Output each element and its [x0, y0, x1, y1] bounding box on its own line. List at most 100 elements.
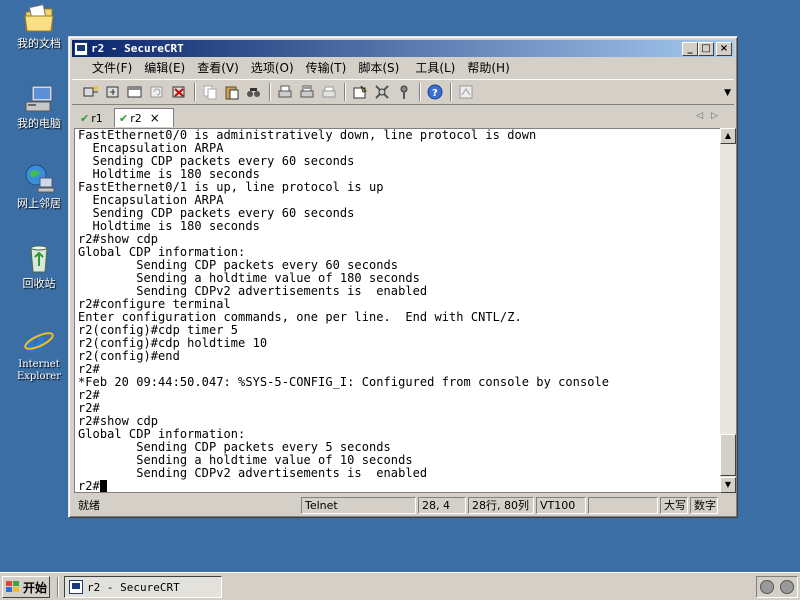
taskbar-separator: [57, 577, 59, 597]
terminal-line: *Feb 20 09:44:50.047: %SYS-5-CONFIG_I: C…: [78, 375, 610, 389]
connect-icon[interactable]: [82, 83, 100, 101]
desktop-icon-recycle-bin[interactable]: 回收站: [6, 242, 72, 291]
desktop-icon-network[interactable]: 网上邻居: [6, 162, 72, 211]
tab-scroll-left-icon[interactable]: ◁: [696, 111, 711, 121]
desktop-icon-label: 我的电脑: [17, 117, 61, 130]
securecrt-window: r2 - SecureCRT _ □ × 文件(F) 编辑(E) 查看(V) 选…: [68, 36, 738, 518]
desktop-icon-label: 回收站: [22, 277, 56, 290]
menu-file[interactable]: 文件(F): [86, 59, 138, 76]
text-cursor: [99, 480, 107, 492]
tab-label: r2: [130, 111, 142, 125]
quick-connect-icon[interactable]: [104, 83, 122, 101]
terminal-line: r2(config)#end: [78, 349, 180, 363]
recycle-bin-icon: [22, 242, 56, 274]
global-options-icon[interactable]: [373, 83, 391, 101]
terminal-line: r2#: [78, 388, 100, 402]
tab-scroll-arrows: ◁▷: [696, 111, 726, 121]
windows-logo-icon: [6, 581, 20, 593]
tray-speaker-icon[interactable]: [760, 580, 774, 594]
menu-help[interactable]: 帮助(H): [461, 59, 515, 76]
maximize-button[interactable]: □: [698, 42, 714, 56]
status-ready: 就绪: [78, 499, 100, 512]
menu-edit[interactable]: 编辑(E): [138, 59, 191, 76]
terminal-prompt: r2#: [78, 479, 100, 493]
toolbar-chevron-icon[interactable]: ▼: [724, 88, 731, 98]
svg-text:?: ?: [432, 88, 438, 99]
status-protocol: Telnet: [301, 497, 416, 514]
disconnect-icon[interactable]: [170, 83, 188, 101]
menu-script[interactable]: 脚本(S): [352, 59, 405, 76]
system-tray: [756, 576, 798, 598]
menu-tools[interactable]: 工具(L): [409, 59, 461, 76]
my-computer-icon: [22, 82, 56, 114]
terminal-screen[interactable]: FastEthernet0/0 is administratively down…: [74, 128, 720, 493]
scroll-down-icon[interactable]: ▼: [720, 477, 736, 493]
status-num-lock: 数字: [690, 497, 718, 514]
session-options-icon[interactable]: [351, 83, 369, 101]
tab-label: r1: [91, 111, 103, 125]
menu-transfer[interactable]: 传输(T): [300, 59, 353, 76]
paste-icon[interactable]: [223, 83, 241, 101]
tray-network-icon[interactable]: [780, 580, 794, 594]
menu-view[interactable]: 查看(V): [191, 59, 245, 76]
taskbar-securecrt-button[interactable]: r2 - SecureCRT: [64, 576, 222, 598]
print-icon[interactable]: [276, 83, 294, 101]
tab-scroll-right-icon[interactable]: ▷: [711, 111, 726, 121]
copy-icon[interactable]: [201, 83, 219, 101]
reconnect-icon[interactable]: [148, 83, 166, 101]
print-setup-icon[interactable]: [320, 83, 338, 101]
terminal-line: Sending CDPv2 advertisements is enabled: [78, 466, 428, 480]
toolbar-separator: [450, 83, 452, 101]
toolbar: ? ▼: [72, 79, 734, 105]
connected-check-icon: ✔: [80, 111, 90, 125]
network-icon: [22, 162, 56, 194]
menu-options[interactable]: 选项(O): [245, 59, 300, 76]
status-bar: 就绪 Telnet 28, 4 28行, 80列 VT100 大写 数字: [72, 496, 734, 515]
scrollbar-thumb[interactable]: [720, 434, 736, 476]
session-tab-bar: ✔ r1 ✔ r2 × ◁▷: [72, 107, 734, 127]
status-terminal-size: 28行, 80列: [468, 497, 534, 514]
desktop-icon-label: Explorer: [16, 371, 62, 382]
tab-r2[interactable]: ✔ r2 ×: [114, 108, 174, 127]
start-button[interactable]: 开始: [2, 576, 50, 598]
print-selection-icon[interactable]: [298, 83, 316, 101]
taskbar: 开始 r2 - SecureCRT: [0, 572, 800, 600]
find-icon[interactable]: [245, 83, 263, 101]
status-caps-lock: 大写: [660, 497, 688, 514]
toolbar-separator: [344, 83, 346, 101]
close-button[interactable]: ×: [716, 42, 732, 56]
keymap-icon[interactable]: [395, 83, 413, 101]
connect-in-tab-icon[interactable]: [126, 83, 144, 101]
scroll-up-icon[interactable]: ▲: [720, 128, 736, 144]
minimize-button[interactable]: _: [682, 42, 698, 56]
desktop-icon-internet-explorer[interactable]: e Internet Explorer: [6, 324, 72, 383]
close-tab-icon[interactable]: ×: [150, 111, 160, 125]
desktop-icon-label: 我的文档: [17, 37, 61, 50]
taskbar-task-label: r2 - SecureCRT: [87, 580, 180, 594]
sftp-icon[interactable]: [457, 83, 475, 101]
title-bar[interactable]: r2 - SecureCRT _ □ ×: [72, 40, 734, 57]
start-label: 开始: [23, 580, 48, 595]
terminal-line: r2#: [78, 401, 100, 415]
securecrt-app-icon[interactable]: [74, 41, 88, 56]
terminal-prompt-line: r2#: [75, 479, 720, 493]
terminal-scrollbar[interactable]: ▲ ▼: [720, 128, 736, 493]
connected-check-icon: ✔: [119, 111, 129, 125]
help-icon[interactable]: ?: [426, 83, 444, 101]
window-title: r2 - SecureCRT: [91, 42, 184, 55]
tab-r1[interactable]: ✔ r1: [76, 109, 114, 127]
status-cursor-position: 28, 4: [418, 497, 466, 514]
desktop-icon-label: 网上邻居: [17, 197, 61, 210]
terminal-line: Holdtime is 180 seconds: [78, 219, 260, 233]
status-blank: [588, 497, 658, 514]
toolbar-separator: [269, 83, 271, 101]
internet-explorer-icon: e: [22, 324, 56, 360]
desktop-icon-label: Internet: [18, 359, 60, 370]
status-emulation: VT100: [536, 497, 586, 514]
desktop-icon-my-documents[interactable]: 我的文档: [6, 2, 72, 51]
my-documents-icon: [22, 2, 56, 34]
toolbar-separator: [194, 83, 196, 101]
menu-bar: 文件(F) 编辑(E) 查看(V) 选项(O) 传输(T) 脚本(S) 工具(L…: [72, 58, 734, 77]
securecrt-app-icon: [69, 580, 83, 594]
desktop-icon-my-computer[interactable]: 我的电脑: [6, 82, 72, 131]
